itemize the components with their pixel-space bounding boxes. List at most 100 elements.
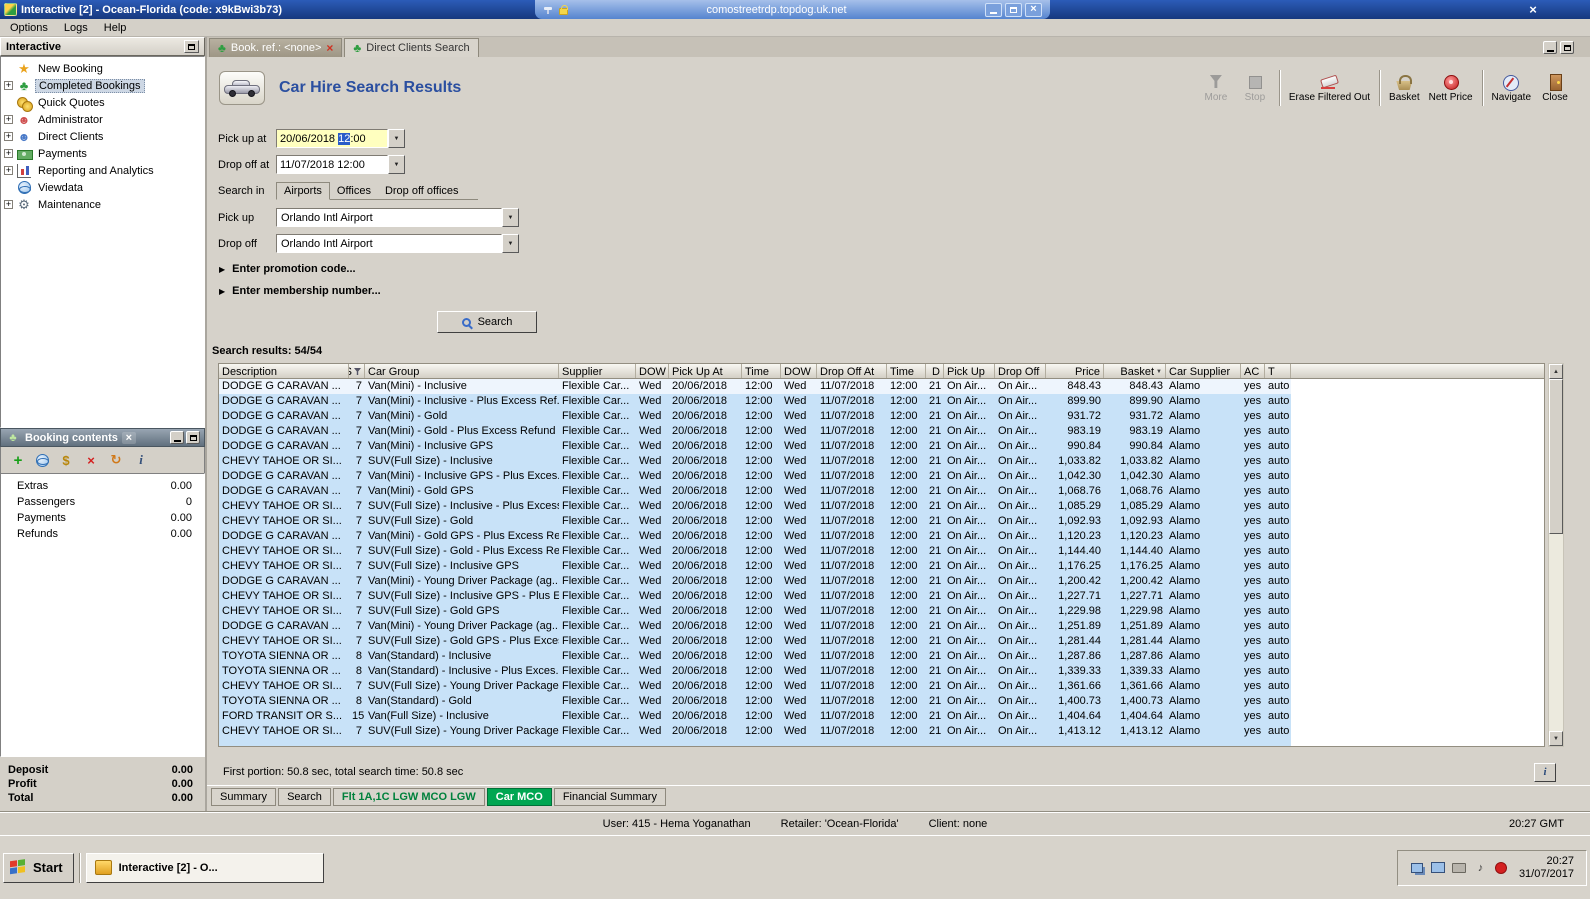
col-price[interactable]: Price <box>1046 364 1104 378</box>
scrollbar-thumb[interactable] <box>1549 379 1563 534</box>
sidebar-item-administrator[interactable]: + ☻ Administrator <box>1 111 204 128</box>
col-time[interactable]: Time <box>742 364 781 378</box>
table-row[interactable]: CHEVY TAHOE OR SI... 7 SUV(Full Size) - In… <box>219 559 1291 574</box>
col-time[interactable]: Time <box>887 364 926 378</box>
expand-toggle-icon[interactable]: + <box>4 200 13 209</box>
table-row[interactable]: TOYOTA SIENNA OR ... 8 Van(Standard) - Inc… <box>219 664 1291 679</box>
menu-help[interactable]: Help <box>96 20 135 36</box>
window-close-button[interactable]: × <box>1524 2 1542 17</box>
tab-direct-clients-search[interactable]: ♣ Direct Clients Search <box>344 38 479 57</box>
info-icon[interactable]: i <box>132 452 150 468</box>
table-row[interactable]: CHEVY TAHOE OR SI... 7 SUV(Full Size) - In… <box>219 454 1291 469</box>
dropoff-location-dropdown[interactable]: ▼ <box>502 234 519 253</box>
col-s[interactable]: S <box>349 364 365 378</box>
table-row[interactable]: DODGE G CARAVAN ... 7 Van(Mini) - Inclusiv… <box>219 379 1291 394</box>
col-pick-up-at[interactable]: Pick Up At <box>669 364 742 378</box>
toolbar-close[interactable]: Close <box>1540 73 1570 103</box>
table-row[interactable]: DODGE G CARAVAN ... 7 Van(Mini) - Gold GPS… <box>219 529 1291 544</box>
table-row[interactable]: FORD TRANSIT OR S... 15 Van(Full Size) - I… <box>219 709 1291 724</box>
col-car-group[interactable]: Car Group <box>365 364 559 378</box>
col-car-supplier[interactable]: Car Supplier <box>1166 364 1241 378</box>
sidebar-item-maintenance[interactable]: + ⚙ Maintenance <box>1 196 204 213</box>
alert-icon[interactable] <box>1494 861 1509 875</box>
search-in-tab-offices[interactable]: Offices <box>330 183 378 199</box>
taskbar-clock[interactable]: 20:27 31/07/2017 <box>1519 855 1574 881</box>
close-icon[interactable]: × <box>326 41 333 55</box>
tab-book-ref-none[interactable]: ♣ Book. ref.: <none> × <box>209 38 343 57</box>
table-row[interactable]: CHEVY TAHOE OR SI... 7 SUV(Full Size) - In… <box>219 499 1291 514</box>
table-row[interactable]: DODGE G CARAVAN ... 7 Van(Mini) - Inclusiv… <box>219 439 1291 454</box>
payment-transfer-icon[interactable]: $ <box>57 452 75 468</box>
sidebar-item-reporting-and-analytics[interactable]: + Reporting and Analytics <box>1 162 204 179</box>
table-row[interactable]: DODGE G CARAVAN ... 7 Van(Mini) - Gold - P… <box>219 424 1291 439</box>
sidebar-item-quick-quotes[interactable]: Quick Quotes <box>1 94 204 112</box>
table-row[interactable]: CHEVY TAHOE OR SI... 7 SUV(Full Size) - Go… <box>219 544 1291 559</box>
minimize-icon[interactable] <box>1543 41 1557 54</box>
table-row[interactable]: CHEVY TAHOE OR SI... 7 SUV(Full Size) - Go… <box>219 514 1291 529</box>
table-row[interactable]: CHEVY TAHOE OR SI... 7 SUV(Full Size) - Go… <box>219 634 1291 649</box>
minimize-icon[interactable] <box>985 2 1002 17</box>
table-row[interactable]: DODGE G CARAVAN ... 7 Van(Mini) - Inclusiv… <box>219 394 1291 409</box>
expand-toggle-icon[interactable]: + <box>4 132 13 141</box>
search-button[interactable]: Search <box>437 311 537 333</box>
tab-financial-summary[interactable]: Financial Summary <box>553 788 666 806</box>
restore-icon[interactable] <box>1560 41 1574 54</box>
table-row[interactable]: CHEVY TAHOE OR SI... 7 SUV(Full Size) - Go… <box>219 604 1291 619</box>
volume-icon[interactable]: ♪ <box>1473 861 1488 875</box>
toolbar-nett-price[interactable]: Nett Price <box>1429 73 1473 103</box>
close-icon[interactable]: × <box>1025 2 1042 17</box>
add-icon[interactable]: + <box>9 452 27 469</box>
table-row[interactable]: DODGE G CARAVAN ... 7 Van(Mini) - Gold Flex… <box>219 409 1291 424</box>
collapse-panel-button[interactable] <box>184 40 199 53</box>
scroll-up-button[interactable]: ▲ <box>1549 364 1563 379</box>
col-drop-off[interactable]: Drop Off <box>995 364 1046 378</box>
table-row[interactable]: DODGE G CARAVAN ... 7 Van(Mini) - Gold GPS… <box>219 484 1291 499</box>
sidebar-item-viewdata[interactable]: Viewdata <box>1 179 204 196</box>
dropoff-datetime-input[interactable]: 11/07/2018 12:00 <box>276 155 388 174</box>
promotion-code-expander[interactable]: ▶ Enter promotion code... <box>219 263 1590 275</box>
expand-toggle-icon[interactable]: + <box>4 115 13 124</box>
toolbar-navigate[interactable]: Navigate <box>1492 73 1531 103</box>
tab-summary[interactable]: Summary <box>211 788 277 806</box>
pickup-location-select[interactable]: Orlando Intl Airport <box>276 208 502 227</box>
col-basket[interactable]: Basket ▼ <box>1104 364 1166 378</box>
col-t[interactable]: T <box>1265 364 1291 378</box>
pickup-datetime-dropdown[interactable]: ▼ <box>388 129 405 148</box>
info-button[interactable]: i <box>1534 762 1556 782</box>
printer-icon[interactable] <box>1452 861 1467 875</box>
restore-icon[interactable] <box>1005 2 1022 17</box>
world-search-icon[interactable] <box>34 452 50 468</box>
refresh-icon[interactable]: ↻ <box>107 452 125 468</box>
col-pick-up[interactable]: Pick Up <box>944 364 995 378</box>
membership-number-expander[interactable]: ▶ Enter membership number... <box>219 285 1590 297</box>
display-icon[interactable] <box>1431 861 1446 875</box>
col-supplier[interactable]: Supplier <box>559 364 636 378</box>
minimize-icon[interactable] <box>170 431 184 444</box>
col-drop-off-at[interactable]: Drop Off At <box>817 364 887 378</box>
restore-icon[interactable] <box>186 431 200 444</box>
close-icon[interactable]: × <box>121 431 136 444</box>
tab-flt-1a-1c-lgw-mco-lgw[interactable]: Flt 1A,1C LGW MCO LGW <box>332 788 485 806</box>
table-row[interactable]: TOYOTA SIENNA OR ... 8 Van(Standard) - Gol… <box>219 694 1291 709</box>
menu-logs[interactable]: Logs <box>56 20 96 36</box>
expand-toggle-icon[interactable]: + <box>4 166 13 175</box>
sidebar-item-new-booking[interactable]: ★ New Booking <box>1 60 204 77</box>
sidebar-item-completed-bookings[interactable]: + ♣ Completed Bookings <box>1 77 204 94</box>
expand-toggle-icon[interactable]: + <box>4 149 13 158</box>
col-ac[interactable]: AC <box>1241 364 1265 378</box>
pickup-datetime-input[interactable]: 20/06/2018 12:00 <box>276 129 388 148</box>
col-dow[interactable]: DOW <box>781 364 817 378</box>
table-row[interactable]: DODGE G CARAVAN ... 7 Van(Mini) - Young Dr… <box>219 574 1291 589</box>
menu-options[interactable]: Options <box>2 20 56 36</box>
table-row[interactable]: DODGE G CARAVAN ... 7 Van(Mini) - Inclusiv… <box>219 469 1291 484</box>
dropoff-datetime-dropdown[interactable]: ▼ <box>388 155 405 174</box>
pickup-location-dropdown[interactable]: ▼ <box>502 208 519 227</box>
table-row[interactable]: TOYOTA SIENNA OR ... 8 Van(Standard) - Inc… <box>219 649 1291 664</box>
delete-icon[interactable]: × <box>82 452 100 468</box>
expand-toggle-icon[interactable]: + <box>4 81 13 90</box>
dropoff-location-select[interactable]: Orlando Intl Airport <box>276 234 502 253</box>
sidebar-item-direct-clients[interactable]: + ☻ Direct Clients <box>1 128 204 145</box>
pin-icon[interactable] <box>543 4 553 16</box>
start-button[interactable]: Start <box>3 852 74 883</box>
table-row[interactable]: CHEVY TAHOE OR SI... 7 SUV(Full Size) - Yo… <box>219 724 1291 739</box>
